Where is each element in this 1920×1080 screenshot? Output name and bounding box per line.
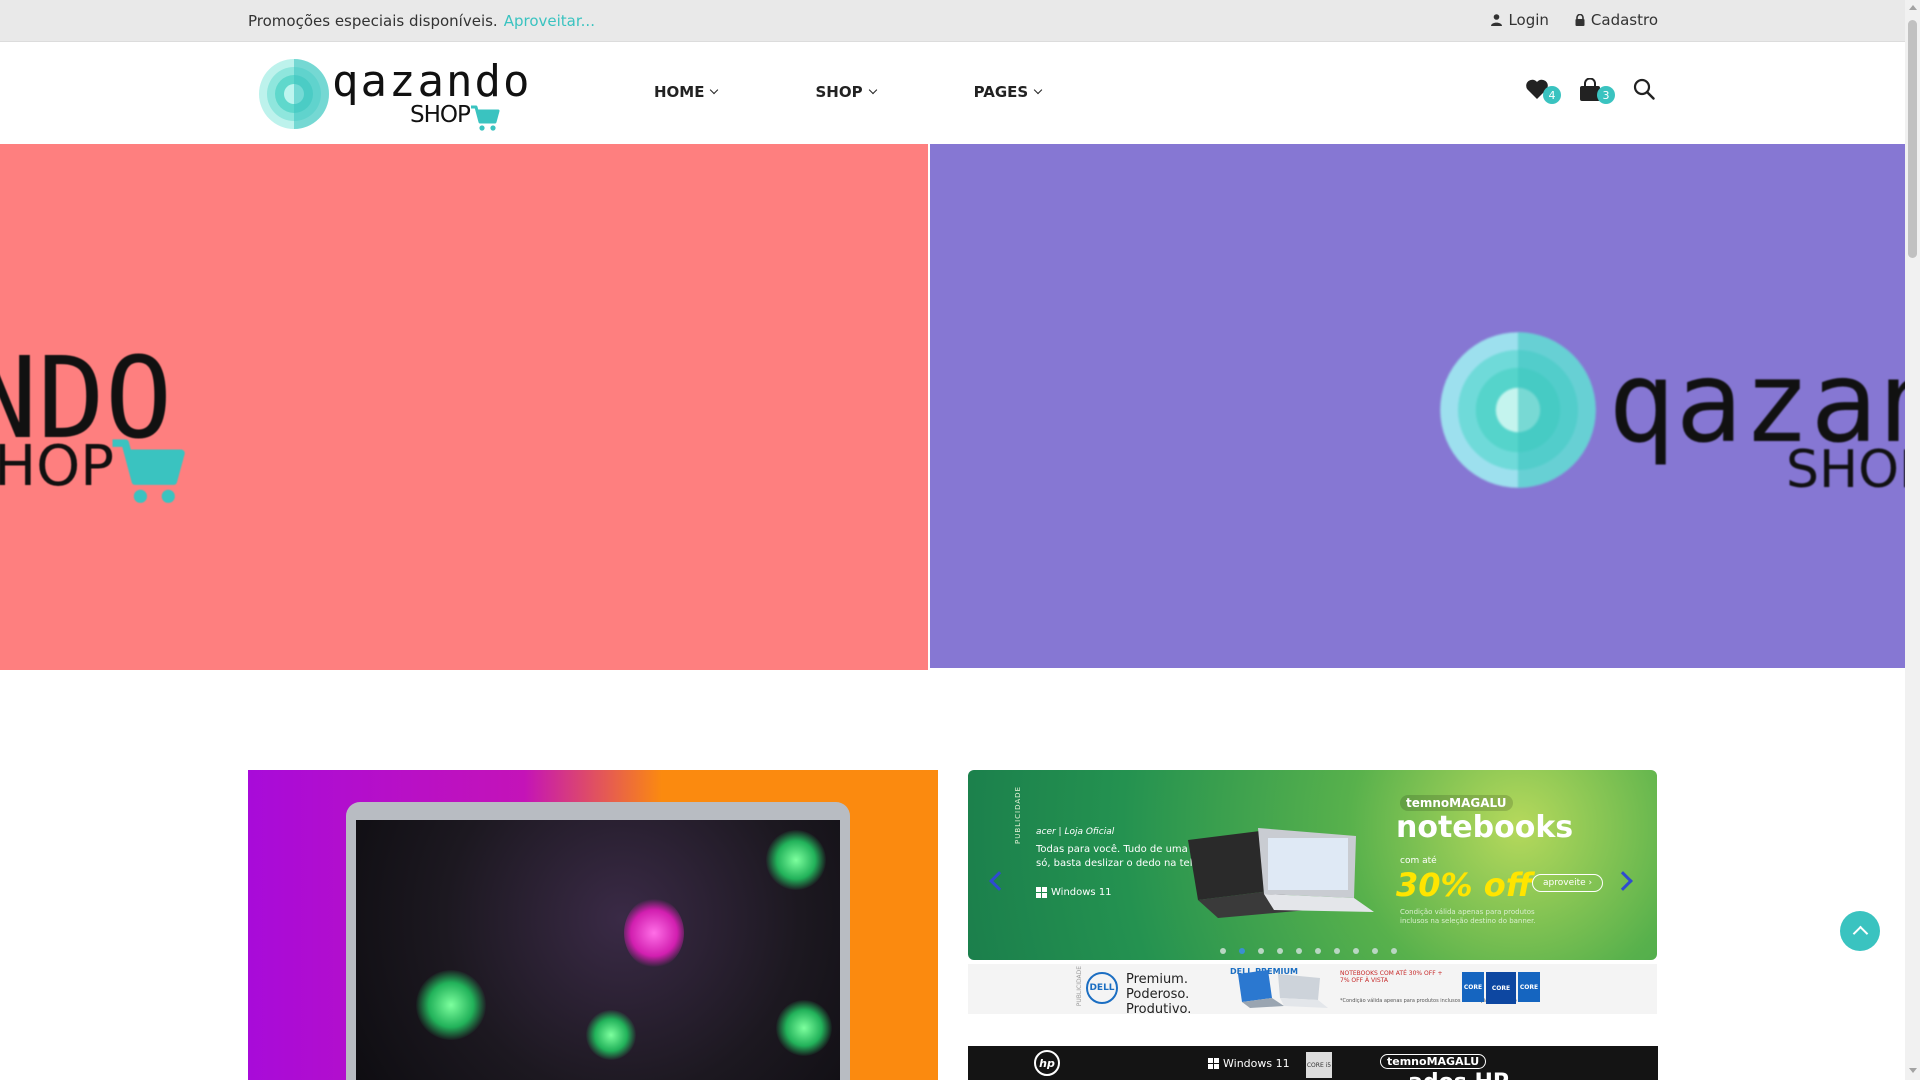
dell-banner[interactable]: PUBLICIDADE DELL Premium. Poderoso. Prod… [968,964,1657,1014]
carousel-dot[interactable] [1372,948,1378,954]
banner-discount: 30% off [1396,866,1533,904]
dell-offer: NOTEBOOKS COM ATÉ 30% OFF + 7% OFF À VIS… [1340,970,1443,984]
intel-core-badge: CORE [1462,972,1484,1002]
cart-logo-icon [112,439,185,503]
cart-logo-icon [471,105,500,131]
scroll-up-arrow-icon[interactable] [1909,5,1917,10]
laptop-game-banner[interactable] [248,770,938,1080]
banner-headline: notebooks [1396,810,1574,845]
windows-badge: Windows 11 [1208,1057,1290,1070]
brand-logo[interactable]: qazando SHOP [258,56,529,132]
cart-count-badge: 3 [1597,86,1615,104]
banner-cta-button[interactable]: aproveite › [1532,874,1604,892]
acer-brand-label: acer | Loja Oficial [1036,827,1115,837]
register-label: Cadastro [1590,11,1658,29]
register-link[interactable]: Cadastro [1575,11,1658,29]
carousel-dot[interactable] [1277,948,1283,954]
notebooks-carousel[interactable]: PUBLICIDADE acer | Loja Oficial Todas pa… [968,770,1657,960]
promo-cta-link[interactable]: Aproveitar... [504,12,595,30]
header-actions: 4 3 [1525,77,1661,106]
ad-label: PUBLICIDADE [1014,786,1022,844]
chevron-up-icon [1852,925,1868,942]
notebook-image [1188,828,1374,918]
nav-shop-label: SHOP [815,83,863,101]
windows-badge: Windows 11 [1036,887,1112,898]
cart-button[interactable]: 3 [1579,77,1615,106]
game-screen-image [356,820,840,1080]
intel-core-badge: CORE i5 [1306,1052,1332,1078]
carousel-dot[interactable] [1296,948,1302,954]
windows-label: Windows 11 [1051,887,1112,898]
windows-icon [1208,1058,1219,1069]
user-icon [1491,14,1503,26]
hero-slide-left[interactable]: NDO HOP [0,144,928,670]
store-badge: temnoMAGALU [1380,1054,1487,1069]
carousel-dot[interactable] [1315,948,1321,954]
logo-circle-icon [1440,332,1596,488]
promo-text: Promoções especiais disponíveis. [248,12,498,30]
dell-logo: DELL [1086,972,1118,1004]
carousel-dot[interactable] [1239,948,1245,954]
main-nav: HOME SHOP PAGES [654,83,1043,101]
intel-chips: CORE CORE CORE [1462,972,1540,1004]
carousel-dot[interactable] [1391,948,1397,954]
wishlist-button[interactable]: 4 [1525,78,1561,106]
nav-pages[interactable]: PAGES [973,83,1043,101]
dell-tagline: Premium. Poderoso. Produtivo. [1126,972,1192,1014]
laptop-image [346,802,850,1080]
logo-subtitle: SHOP [410,102,471,128]
logo-circle-icon [259,59,329,129]
scroll-to-top-button[interactable] [1840,911,1880,951]
top-bar: Promoções especiais disponíveis. Aproveit… [0,0,1905,42]
chevron-down-icon [868,85,877,95]
hero-left-shop: HOP [0,434,114,499]
promo-message: Promoções especiais disponíveis. Aproveit… [248,12,595,30]
carousel-dots [1220,948,1397,954]
chevron-down-icon [1033,85,1043,95]
scrollbar-thumb[interactable] [1908,20,1917,258]
page-scrollbar[interactable] [1905,0,1920,1080]
carousel-dot[interactable] [1334,948,1340,954]
hp-logo: hp [1034,1050,1060,1076]
nav-home-label: HOME [654,83,705,101]
ad-label: PUBLICIDADE [1076,966,1083,1007]
carousel-dot[interactable] [1258,948,1264,954]
carousel-next-arrow-icon[interactable] [1613,871,1633,891]
banner-up-to: com até [1400,856,1437,866]
logo-wordmark: qazando [332,56,532,107]
hp-banner[interactable]: hp Windows 11 CORE i5 temnoMAGALU ados H… [968,1046,1658,1080]
scroll-down-arrow-icon[interactable] [1909,1068,1917,1073]
nav-pages-label: PAGES [973,83,1029,101]
chevron-down-icon [710,85,719,95]
hp-headline-partial: ados HP [1408,1070,1509,1080]
windows-label: Windows 11 [1223,1057,1290,1070]
nav-home[interactable]: HOME [654,83,719,101]
wishlist-count-badge: 4 [1543,86,1561,104]
windows-icon [1036,887,1047,898]
hero-slide-right[interactable]: qazand SHOP [930,144,1905,668]
login-label: Login [1508,11,1549,29]
login-link[interactable]: Login [1491,11,1549,29]
lock-icon [1575,14,1585,26]
main-header: qazando SHOP HOME SHOP PAGES 4 3 [0,42,1905,144]
carousel-dot[interactable] [1220,948,1226,954]
dell-laptops-image [1238,970,1328,1008]
hero-right-shop: SHOP [1786,440,1905,500]
store-badge: temnoMAGALU [1400,795,1513,811]
auth-links: Login Cadastro [1491,11,1658,29]
carousel-dot[interactable] [1353,948,1359,954]
intel-core-badge: CORE [1486,972,1516,1004]
search-button[interactable] [1633,78,1661,106]
carousel-prev-arrow-icon[interactable] [989,871,1009,891]
intel-core-badge: CORE [1518,972,1540,1002]
nav-shop[interactable]: SHOP [815,83,877,101]
search-icon [1633,78,1655,100]
banner-fine-print: Condição válida apenas para produtos inc… [1400,908,1536,925]
